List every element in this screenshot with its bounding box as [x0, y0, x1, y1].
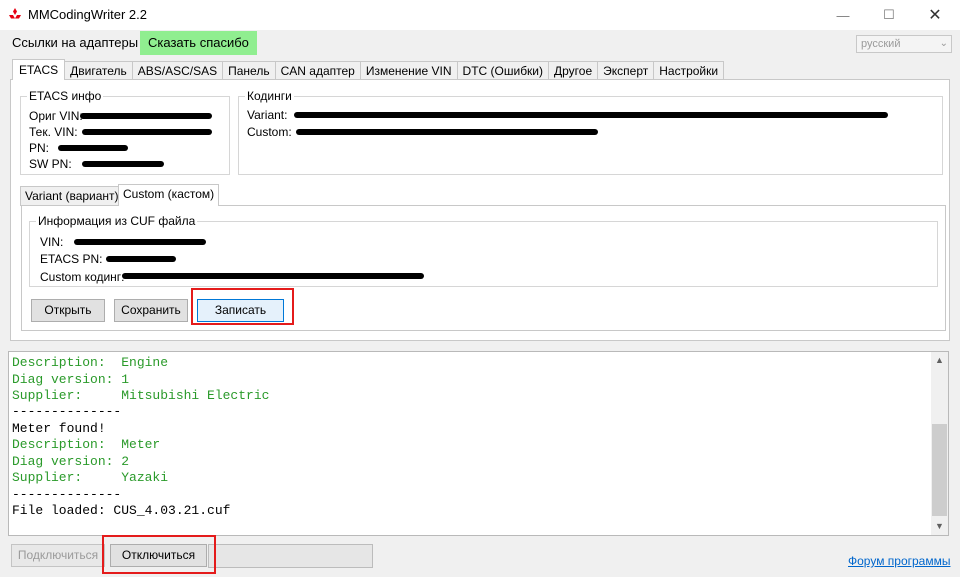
- save-button[interactable]: Сохранить: [114, 299, 188, 322]
- disconnect-button-highlight: [102, 535, 216, 574]
- cuf-etacs-pn-label: ETACS PN:: [40, 252, 103, 266]
- scroll-up-icon[interactable]: ▲: [931, 352, 948, 369]
- mitsubishi-logo-icon: [9, 8, 21, 19]
- log-line: File loaded: CUS_4.03.21.cuf: [12, 503, 231, 518]
- subtab-custom[interactable]: Custom (кастом): [118, 184, 220, 206]
- minimize-icon[interactable]: —: [820, 0, 866, 30]
- log-line: Diag version: 1: [12, 372, 130, 387]
- scroll-thumb[interactable]: [932, 424, 947, 516]
- codings-legend: Кодинги: [245, 89, 294, 103]
- pn-label: PN:: [29, 141, 50, 155]
- log-line: Diag version: 2: [12, 454, 130, 469]
- tab-abs[interactable]: ABS/ASC/SAS: [131, 61, 224, 80]
- etacs-info-legend: ETACS инфо: [27, 89, 104, 103]
- main-tabs: ETACS Двигатель ABS/ASC/SAS Панель CAN а…: [12, 59, 725, 80]
- open-button[interactable]: Открыть: [31, 299, 105, 322]
- tab-settings[interactable]: Настройки: [653, 61, 725, 80]
- connect-button[interactable]: Подключиться: [11, 544, 105, 567]
- cuf-custom-coding-label: Custom кодинг:: [40, 270, 125, 284]
- tab-engine[interactable]: Двигатель: [64, 61, 133, 80]
- log-line: --------------: [12, 404, 122, 419]
- cuf-vin-label: VIN:: [40, 235, 64, 249]
- close-icon[interactable]: ✕: [912, 0, 958, 30]
- tab-can-adapter[interactable]: CAN адаптер: [274, 61, 361, 80]
- sw-pn-value: [82, 161, 164, 167]
- progress-bar: [208, 544, 373, 568]
- tab-panel[interactable]: Панель: [222, 61, 276, 80]
- variant-coding-value: [294, 112, 888, 118]
- tab-dtc[interactable]: DTC (Ошибки): [456, 61, 550, 80]
- log-line: Meter found!: [12, 421, 106, 436]
- log-line: --------------: [12, 487, 122, 502]
- window-title: MMCodingWriter 2.2: [28, 7, 147, 22]
- sw-pn-label: SW PN:: [29, 157, 72, 171]
- menu-thanks-button[interactable]: Сказать спасибо: [140, 31, 257, 55]
- title-bar: MMCodingWriter 2.2 — ☐ ✕: [0, 0, 960, 30]
- tab-vin-change[interactable]: Изменение VIN: [359, 61, 458, 80]
- codings-group: Кодинги: [238, 89, 943, 175]
- cuf-vin-value: [74, 239, 206, 245]
- log-output[interactable]: Description: Engine Diag version: 1 Supp…: [8, 351, 949, 536]
- chevron-down-icon: ⌄: [939, 38, 948, 49]
- subtab-variant[interactable]: Variant (вариант): [20, 186, 124, 206]
- cuf-custom-coding-value: [122, 273, 424, 279]
- menu-bar: Ссылки на адаптеры Сказать спасибо: [0, 30, 960, 56]
- cuf-info-legend: Информация из CUF файла: [36, 214, 198, 228]
- orig-vin-value: [80, 113, 212, 119]
- orig-vin-label: Ориг VIN:: [29, 109, 83, 123]
- language-value: русский: [861, 38, 901, 50]
- scroll-down-icon[interactable]: ▼: [931, 518, 948, 535]
- cuf-etacs-pn-value: [106, 256, 176, 262]
- write-button-highlight: [191, 288, 294, 325]
- tab-etacs[interactable]: ETACS: [12, 59, 66, 80]
- maximize-icon[interactable]: ☐: [866, 0, 912, 30]
- pn-value: [58, 145, 128, 151]
- log-line: Description: Engine: [12, 355, 169, 370]
- log-scrollbar[interactable]: ▲ ▼: [931, 352, 948, 535]
- cur-vin-value: [82, 129, 212, 135]
- log-line: Description: Meter: [12, 437, 161, 452]
- cur-vin-label: Тек. VIN:: [29, 125, 78, 139]
- tab-other[interactable]: Другое: [548, 61, 599, 80]
- menu-adapters-link[interactable]: Ссылки на адаптеры: [4, 31, 146, 55]
- log-line: Supplier: Mitsubishi Electric: [12, 388, 270, 403]
- tab-expert[interactable]: Эксперт: [597, 61, 655, 80]
- custom-coding-label: Custom:: [247, 125, 292, 139]
- forum-link[interactable]: Форум программы: [848, 554, 950, 568]
- log-line: Supplier: Yazaki: [12, 470, 169, 485]
- custom-coding-value: [296, 129, 598, 135]
- language-select[interactable]: русский ⌄: [856, 35, 952, 53]
- variant-coding-label: Variant:: [247, 108, 288, 122]
